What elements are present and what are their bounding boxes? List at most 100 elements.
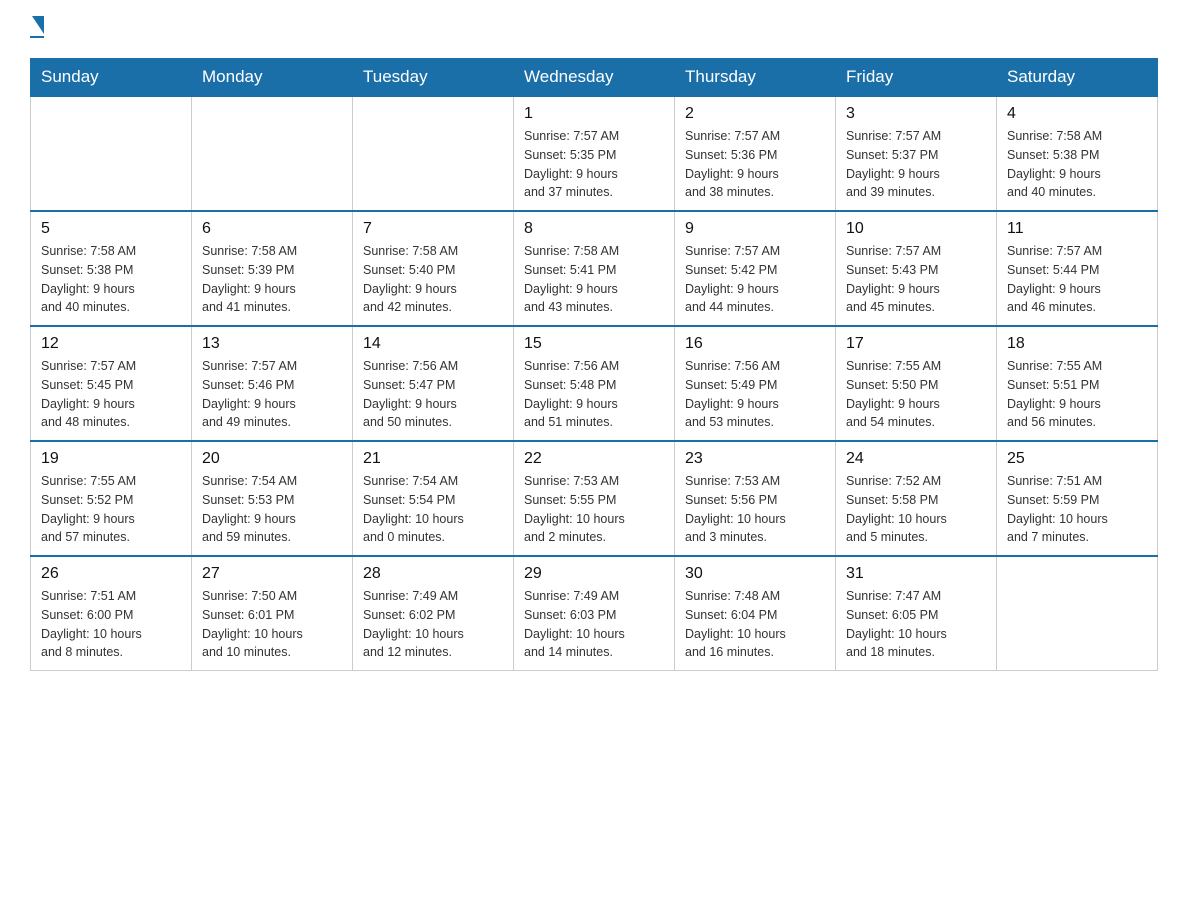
calendar-table: SundayMondayTuesdayWednesdayThursdayFrid… (30, 58, 1158, 671)
day-number: 21 (363, 450, 503, 468)
calendar-cell: 13 Sunrise: 7:57 AMSunset: 5:46 PMDayligh… (192, 326, 353, 441)
day-info: Sunrise: 7:51 AMSunset: 5:59 PMDaylight:… (1007, 472, 1147, 547)
calendar-cell: 21Sunrise: 7:54 AMSunset: 5:54 PMDayligh… (353, 441, 514, 556)
day-number: 23 (685, 450, 825, 468)
calendar-cell: 26Sunrise: 7:51 AMSunset: 6:00 PMDayligh… (31, 556, 192, 671)
day-info: Sunrise: 7:57 AMSunset: 5:36 PMDaylight:… (685, 127, 825, 202)
calendar-cell: 7 Sunrise: 7:58 AMSunset: 5:40 PMDaylight… (353, 211, 514, 326)
day-number: 31 (846, 565, 986, 583)
day-number: 13 (202, 335, 342, 353)
day-info: Sunrise: 7:57 AMSunset: 5:43 PMDaylight:… (846, 242, 986, 317)
calendar-cell: 16 Sunrise: 7:56 AMSunset: 5:49 PMDayligh… (675, 326, 836, 441)
day-number: 7 (363, 220, 503, 238)
week-row-1: 1 Sunrise: 7:57 AMSunset: 5:35 PMDaylight… (31, 96, 1158, 211)
weekday-header-monday: Monday (192, 59, 353, 97)
weekday-header-wednesday: Wednesday (514, 59, 675, 97)
day-info: Sunrise: 7:58 AMSunset: 5:40 PMDaylight:… (363, 242, 503, 317)
calendar-cell (997, 556, 1158, 671)
day-info: Sunrise: 7:53 AMSunset: 5:55 PMDaylight:… (524, 472, 664, 547)
calendar-cell: 28Sunrise: 7:49 AMSunset: 6:02 PMDayligh… (353, 556, 514, 671)
calendar-cell: 24Sunrise: 7:52 AMSunset: 5:58 PMDayligh… (836, 441, 997, 556)
calendar-cell: 25Sunrise: 7:51 AMSunset: 5:59 PMDayligh… (997, 441, 1158, 556)
day-info: Sunrise: 7:47 AMSunset: 6:05 PMDaylight:… (846, 587, 986, 662)
weekday-header-sunday: Sunday (31, 59, 192, 97)
day-number: 10 (846, 220, 986, 238)
day-number: 12 (41, 335, 181, 353)
calendar-cell: 30 Sunrise: 7:48 AMSunset: 6:04 PMDayligh… (675, 556, 836, 671)
calendar-cell: 10 Sunrise: 7:57 AMSunset: 5:43 PMDayligh… (836, 211, 997, 326)
calendar-cell: 3 Sunrise: 7:57 AMSunset: 5:37 PMDaylight… (836, 96, 997, 211)
day-info: Sunrise: 7:56 AMSunset: 5:47 PMDaylight:… (363, 357, 503, 432)
week-row-3: 12 Sunrise: 7:57 AMSunset: 5:45 PMDayligh… (31, 326, 1158, 441)
calendar-cell: 9 Sunrise: 7:57 AMSunset: 5:42 PMDaylight… (675, 211, 836, 326)
day-info: Sunrise: 7:57 AMSunset: 5:37 PMDaylight:… (846, 127, 986, 202)
day-number: 30 (685, 565, 825, 583)
calendar-cell: 5 Sunrise: 7:58 AMSunset: 5:38 PMDaylight… (31, 211, 192, 326)
calendar-cell (353, 96, 514, 211)
day-number: 19 (41, 450, 181, 468)
day-info: Sunrise: 7:55 AMSunset: 5:50 PMDaylight:… (846, 357, 986, 432)
day-info: Sunrise: 7:54 AMSunset: 5:53 PMDaylight:… (202, 472, 342, 547)
day-info: Sunrise: 7:58 AMSunset: 5:38 PMDaylight:… (1007, 127, 1147, 202)
day-number: 4 (1007, 105, 1147, 123)
calendar-cell: 22 Sunrise: 7:53 AMSunset: 5:55 PMDayligh… (514, 441, 675, 556)
day-info: Sunrise: 7:57 AMSunset: 5:35 PMDaylight:… (524, 127, 664, 202)
day-number: 1 (524, 105, 664, 123)
week-row-4: 19 Sunrise: 7:55 AMSunset: 5:52 PMDayligh… (31, 441, 1158, 556)
day-info: Sunrise: 7:56 AMSunset: 5:49 PMDaylight:… (685, 357, 825, 432)
day-info: Sunrise: 7:53 AMSunset: 5:56 PMDaylight:… (685, 472, 825, 547)
calendar-cell: 23 Sunrise: 7:53 AMSunset: 5:56 PMDayligh… (675, 441, 836, 556)
logo-triangle-icon (32, 16, 44, 34)
calendar-cell: 17Sunrise: 7:55 AMSunset: 5:50 PMDayligh… (836, 326, 997, 441)
day-info: Sunrise: 7:57 AMSunset: 5:46 PMDaylight:… (202, 357, 342, 432)
day-number: 5 (41, 220, 181, 238)
day-info: Sunrise: 7:58 AMSunset: 5:41 PMDaylight:… (524, 242, 664, 317)
day-number: 14 (363, 335, 503, 353)
day-info: Sunrise: 7:48 AMSunset: 6:04 PMDaylight:… (685, 587, 825, 662)
calendar-cell: 2Sunrise: 7:57 AMSunset: 5:36 PMDaylight… (675, 96, 836, 211)
day-info: Sunrise: 7:55 AMSunset: 5:51 PMDaylight:… (1007, 357, 1147, 432)
day-info: Sunrise: 7:56 AMSunset: 5:48 PMDaylight:… (524, 357, 664, 432)
day-number: 16 (685, 335, 825, 353)
calendar-cell: 29 Sunrise: 7:49 AMSunset: 6:03 PMDayligh… (514, 556, 675, 671)
day-info: Sunrise: 7:57 AMSunset: 5:42 PMDaylight:… (685, 242, 825, 317)
calendar-cell: 14 Sunrise: 7:56 AMSunset: 5:47 PMDayligh… (353, 326, 514, 441)
logo (30, 20, 44, 38)
day-info: Sunrise: 7:49 AMSunset: 6:03 PMDaylight:… (524, 587, 664, 662)
weekday-header-row: SundayMondayTuesdayWednesdayThursdayFrid… (31, 59, 1158, 97)
calendar-cell: 11 Sunrise: 7:57 AMSunset: 5:44 PMDayligh… (997, 211, 1158, 326)
day-number: 18 (1007, 335, 1147, 353)
day-number: 6 (202, 220, 342, 238)
day-info: Sunrise: 7:57 AMSunset: 5:44 PMDaylight:… (1007, 242, 1147, 317)
weekday-header-tuesday: Tuesday (353, 59, 514, 97)
day-info: Sunrise: 7:55 AMSunset: 5:52 PMDaylight:… (41, 472, 181, 547)
calendar-cell: 1 Sunrise: 7:57 AMSunset: 5:35 PMDaylight… (514, 96, 675, 211)
calendar-cell: 8Sunrise: 7:58 AMSunset: 5:41 PMDaylight… (514, 211, 675, 326)
page-header (30, 20, 1158, 38)
day-number: 22 (524, 450, 664, 468)
day-number: 26 (41, 565, 181, 583)
day-info: Sunrise: 7:58 AMSunset: 5:38 PMDaylight:… (41, 242, 181, 317)
weekday-header-thursday: Thursday (675, 59, 836, 97)
day-number: 11 (1007, 220, 1147, 238)
day-number: 15 (524, 335, 664, 353)
day-number: 27 (202, 565, 342, 583)
day-info: Sunrise: 7:57 AMSunset: 5:45 PMDaylight:… (41, 357, 181, 432)
calendar-cell: 6Sunrise: 7:58 AMSunset: 5:39 PMDaylight… (192, 211, 353, 326)
day-info: Sunrise: 7:52 AMSunset: 5:58 PMDaylight:… (846, 472, 986, 547)
day-number: 20 (202, 450, 342, 468)
day-number: 3 (846, 105, 986, 123)
calendar-cell (31, 96, 192, 211)
calendar-cell: 18 Sunrise: 7:55 AMSunset: 5:51 PMDayligh… (997, 326, 1158, 441)
calendar-cell: 12 Sunrise: 7:57 AMSunset: 5:45 PMDayligh… (31, 326, 192, 441)
weekday-header-saturday: Saturday (997, 59, 1158, 97)
week-row-5: 26Sunrise: 7:51 AMSunset: 6:00 PMDayligh… (31, 556, 1158, 671)
calendar-cell (192, 96, 353, 211)
weekday-header-friday: Friday (836, 59, 997, 97)
week-row-2: 5 Sunrise: 7:58 AMSunset: 5:38 PMDaylight… (31, 211, 1158, 326)
calendar-cell: 27Sunrise: 7:50 AMSunset: 6:01 PMDayligh… (192, 556, 353, 671)
day-number: 9 (685, 220, 825, 238)
calendar-cell: 15 Sunrise: 7:56 AMSunset: 5:48 PMDayligh… (514, 326, 675, 441)
day-number: 29 (524, 565, 664, 583)
calendar-cell: 4 Sunrise: 7:58 AMSunset: 5:38 PMDaylight… (997, 96, 1158, 211)
